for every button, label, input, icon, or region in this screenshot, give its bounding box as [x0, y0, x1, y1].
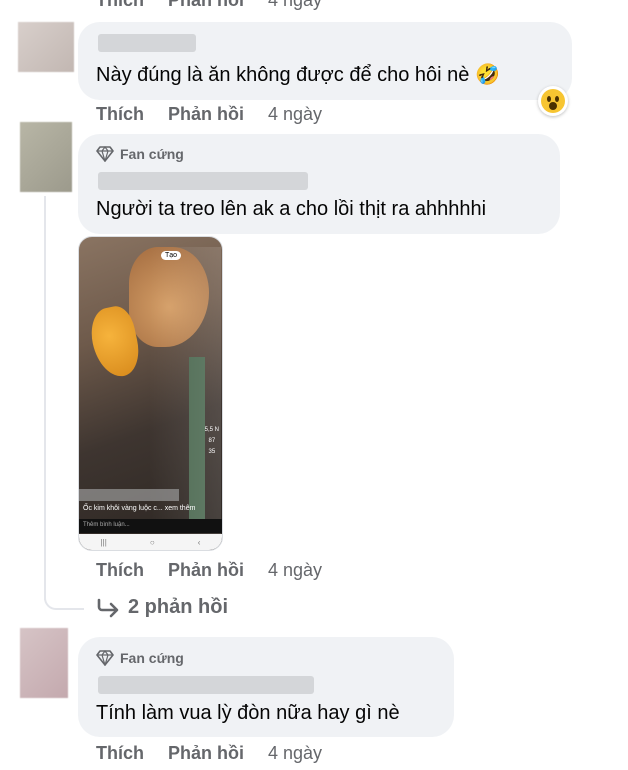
reply-button[interactable]: Phản hồi	[168, 560, 244, 581]
view-replies-link[interactable]: 2 phản hồi	[96, 596, 228, 619]
video-screenshot-attachment[interactable]: Tạo 5,5 N 87 35 Ốc kim khôi vàng luộc c.…	[78, 236, 223, 551]
recents-icon: |||	[100, 537, 107, 547]
fan-badge: Fan cứng	[96, 650, 184, 666]
timestamp[interactable]: 4 ngày	[268, 743, 322, 764]
comment-actions: Thích Phản hồi 4 ngày	[96, 104, 346, 125]
comment-text: Tính làm vua lỳ đòn nữa hay gì nè	[96, 702, 400, 724]
comment-actions: Thích Phản hồi 4 ngày	[96, 560, 346, 581]
reply-button[interactable]: Phản hồi	[168, 0, 244, 11]
diamond-icon	[96, 146, 114, 162]
badge-label: Fan cứng	[120, 650, 184, 666]
comment-text: Này đúng là ăn không được để cho hôi nè …	[96, 64, 500, 86]
fan-badge: Fan cứng	[96, 146, 184, 162]
home-icon: ○	[149, 537, 155, 547]
commenter-name[interactable]	[98, 34, 196, 52]
thread-line-curve	[44, 588, 84, 610]
thread-line	[44, 196, 46, 600]
create-button: Tạo	[161, 251, 182, 260]
commenter-name[interactable]	[98, 676, 314, 694]
wow-reaction-icon[interactable]	[538, 86, 568, 116]
timestamp[interactable]: 4 ngày	[268, 104, 322, 125]
diamond-icon	[96, 650, 114, 666]
avatar[interactable]	[20, 122, 72, 192]
comment-actions: Thích Phản hồi 4 ngày	[96, 743, 346, 764]
commenter-name[interactable]	[98, 172, 308, 190]
back-icon: ‹	[197, 537, 201, 547]
replies-count[interactable]: 2 phản hồi	[128, 596, 228, 619]
badge-label: Fan cứng	[120, 146, 184, 162]
reply-button[interactable]: Phản hồi	[168, 743, 244, 764]
timestamp[interactable]: 4 ngày	[268, 0, 322, 11]
previous-comment-actions: Thích Phản hồi 4 ngày	[96, 0, 346, 11]
comment-text: Người ta treo lên ak a cho lồi thịt ra a…	[96, 198, 487, 220]
like-button[interactable]: Thích	[96, 743, 144, 764]
like-button[interactable]: Thích	[96, 0, 144, 11]
video-side-stats: 5,5 N 87 35	[205, 425, 219, 458]
video-likes: 5,5 N	[204, 427, 219, 433]
video-comments: 87	[208, 438, 216, 444]
reply-arrow-icon	[97, 598, 119, 617]
avatar[interactable]	[18, 22, 74, 72]
video-shares: 35	[208, 449, 216, 455]
like-button[interactable]: Thích	[96, 560, 144, 581]
video-caption: Ốc kim khôi vàng luộc c... xem thêm	[83, 505, 196, 512]
like-button[interactable]: Thích	[96, 104, 144, 125]
reply-button[interactable]: Phản hồi	[168, 104, 244, 125]
phone-nav-bar: ||| ○ ‹	[79, 534, 222, 550]
video-comment-bar: Thêm bình luận...	[79, 519, 222, 533]
timestamp[interactable]: 4 ngày	[268, 560, 322, 581]
avatar[interactable]	[20, 628, 68, 698]
